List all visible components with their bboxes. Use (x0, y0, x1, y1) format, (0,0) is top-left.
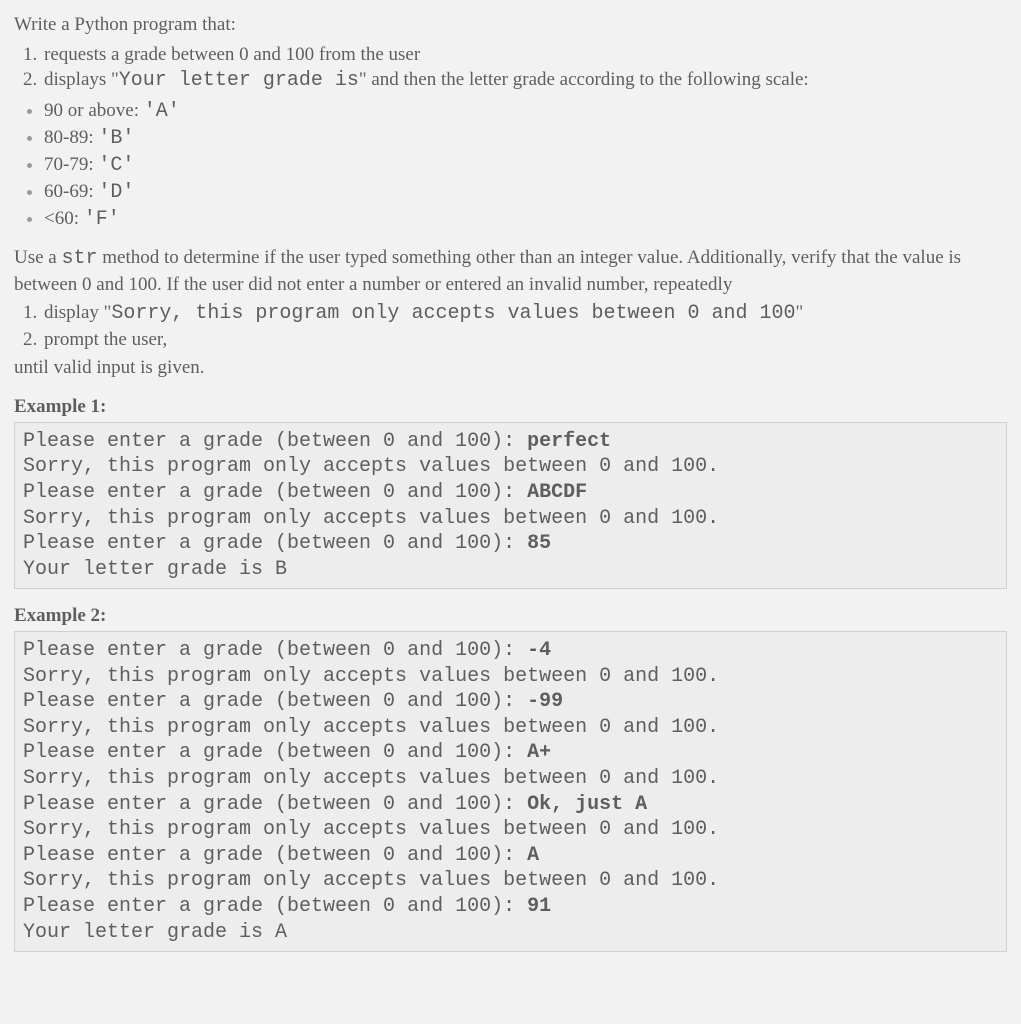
console-input: 85 (527, 532, 551, 555)
console-input: -4 (527, 639, 551, 662)
console-input: A (527, 844, 539, 867)
console-line: Your letter grade is B (23, 557, 998, 583)
scale-label: 90 or above: (44, 100, 144, 121)
console-prompt: Please enter a grade (between 0 and 100)… (23, 895, 527, 918)
intro-text: Write a Python program that: (14, 12, 1007, 38)
scale-grade: 'D' (98, 181, 134, 204)
para-pre: Use a (14, 247, 61, 268)
scale-grade: 'A' (144, 100, 180, 123)
console-prompt: Please enter a grade (between 0 and 100)… (23, 430, 527, 453)
err-pre: display " (44, 302, 111, 323)
example-1-console: Please enter a grade (between 0 and 100)… (14, 422, 1007, 590)
scale-grade: 'C' (98, 154, 134, 177)
console-line: Please enter a grade (between 0 and 100)… (23, 429, 998, 455)
until-text: until valid input is given. (14, 355, 1007, 381)
console-line: Please enter a grade (between 0 and 100)… (23, 638, 998, 664)
requirement-item: displays "Your letter grade is" and then… (42, 67, 1007, 94)
console-input: 91 (527, 895, 551, 918)
error-steps-list: display "Sorry, this program only accept… (14, 300, 1007, 353)
console-line: Please enter a grade (between 0 and 100)… (23, 740, 998, 766)
console-line: Sorry, this program only accepts values … (23, 868, 998, 894)
example-2-console: Please enter a grade (between 0 and 100)… (14, 631, 1007, 952)
console-line: Sorry, this program only accepts values … (23, 715, 998, 741)
example-2-label: Example 2: (14, 603, 1007, 629)
scale-label: 70-79: (44, 154, 98, 175)
console-line: Sorry, this program only accepts values … (23, 506, 998, 532)
console-line: Sorry, this program only accepts values … (23, 766, 998, 792)
console-input: Ok, just A (527, 793, 647, 816)
scale-item: <60: 'F' (44, 206, 1007, 233)
err-code: Sorry, this program only accepts values … (111, 302, 795, 325)
console-line: Please enter a grade (between 0 and 100)… (23, 792, 998, 818)
req-text: requests a grade between 0 and 100 from … (44, 44, 420, 65)
grade-scale-list: 90 or above: 'A' 80-89: 'B' 70-79: 'C' 6… (14, 98, 1007, 233)
scale-grade: 'F' (84, 208, 120, 231)
scale-label: 80-89: (44, 127, 98, 148)
req-text-pre: displays " (44, 69, 119, 90)
instruction-paragraph: Use a str method to determine if the use… (14, 245, 1007, 298)
scale-label: 60-69: (44, 181, 98, 202)
err-pre: prompt the user, (44, 329, 167, 350)
scale-label: <60: (44, 208, 84, 229)
requirements-list: requests a grade between 0 and 100 from … (14, 42, 1007, 95)
error-step-item: prompt the user, (42, 327, 1007, 353)
example-1-label: Example 1: (14, 394, 1007, 420)
console-prompt: Please enter a grade (between 0 and 100)… (23, 741, 527, 764)
console-prompt: Please enter a grade (between 0 and 100)… (23, 793, 527, 816)
console-line: Please enter a grade (between 0 and 100)… (23, 531, 998, 557)
console-line: Please enter a grade (between 0 and 100)… (23, 689, 998, 715)
scale-item: 80-89: 'B' (44, 125, 1007, 152)
requirement-item: requests a grade between 0 and 100 from … (42, 42, 1007, 68)
scale-grade: 'B' (98, 127, 134, 150)
err-post: " (796, 302, 804, 323)
scale-item: 90 or above: 'A' (44, 98, 1007, 125)
console-prompt: Please enter a grade (between 0 and 100)… (23, 690, 527, 713)
scale-item: 60-69: 'D' (44, 179, 1007, 206)
console-line: Please enter a grade (between 0 and 100)… (23, 894, 998, 920)
console-line: Please enter a grade (between 0 and 100)… (23, 480, 998, 506)
console-prompt: Please enter a grade (between 0 and 100)… (23, 481, 527, 504)
console-line: Sorry, this program only accepts values … (23, 817, 998, 843)
console-prompt: Please enter a grade (between 0 and 100)… (23, 844, 527, 867)
req-code: Your letter grade is (119, 69, 359, 92)
console-input: -99 (527, 690, 563, 713)
req-text-post: " and then the letter grade according to… (359, 69, 809, 90)
console-prompt: Please enter a grade (between 0 and 100)… (23, 639, 527, 662)
para-post: method to determine if the user typed so… (14, 247, 961, 295)
console-input: perfect (527, 430, 611, 453)
console-line: Your letter grade is A (23, 920, 998, 946)
console-prompt: Please enter a grade (between 0 and 100)… (23, 532, 527, 555)
console-line: Sorry, this program only accepts values … (23, 454, 998, 480)
scale-item: 70-79: 'C' (44, 152, 1007, 179)
error-step-item: display "Sorry, this program only accept… (42, 300, 1007, 327)
para-code: str (61, 247, 97, 270)
console-line: Please enter a grade (between 0 and 100)… (23, 843, 998, 869)
console-input: A+ (527, 741, 551, 764)
console-input: ABCDF (527, 481, 587, 504)
console-line: Sorry, this program only accepts values … (23, 664, 998, 690)
